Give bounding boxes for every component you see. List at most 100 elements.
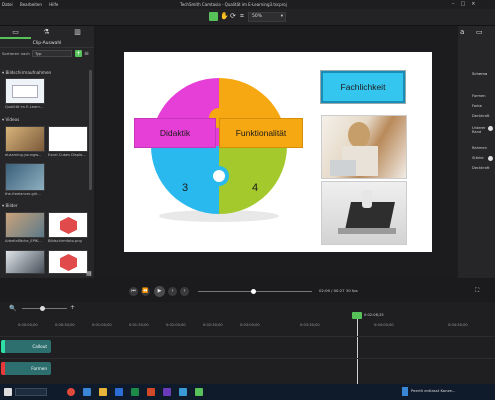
previous-icon[interactable]: ‹ xyxy=(168,287,177,296)
video-thumbnail-2[interactable] xyxy=(48,126,88,152)
window-controls: –□× xyxy=(452,0,481,9)
video-caption-3: the-freelancer-girl... xyxy=(5,192,41,196)
menu-item-help[interactable]: Hilfe xyxy=(49,2,58,7)
toolbar: ✋ ⟳ ⌗ 50% ▾ xyxy=(0,9,495,26)
tick-label: 0:04:00;00 xyxy=(374,323,394,327)
close-icon[interactable]: × xyxy=(471,1,481,7)
chevron-down-icon: ▾ xyxy=(280,14,283,19)
puzzle-piece-green xyxy=(219,146,287,214)
slider-knob[interactable] xyxy=(488,126,493,131)
chrome-icon[interactable] xyxy=(67,388,75,396)
tick-label: 0:00:30;00 xyxy=(55,323,75,327)
prop-label-rahmen: Rahmen xyxy=(472,146,487,150)
maximize-icon[interactable]: □ xyxy=(461,1,472,7)
image-thumbnail-1[interactable] xyxy=(5,212,45,238)
callout-fachlichkeit[interactable]: Fachlichkeit xyxy=(320,70,406,104)
tick-label: 0:01:00;00 xyxy=(92,323,112,327)
playhead-handle[interactable] xyxy=(352,312,362,319)
image-thumbnail-4[interactable] xyxy=(48,250,88,274)
zoom-dropdown[interactable]: 50% ▾ xyxy=(248,12,286,22)
time-display: 02:09 / 00:27 xyxy=(319,288,345,293)
step-back-icon[interactable]: ⏮ xyxy=(129,287,138,296)
image-thumbnail-3[interactable] xyxy=(5,250,45,274)
puzzle-piece-cyan xyxy=(151,146,219,214)
video-caption-1: eLearning-youngw... xyxy=(5,153,42,157)
news-icon[interactable] xyxy=(402,387,408,396)
minimize-icon[interactable]: – xyxy=(452,1,461,7)
video-thumbnail-3[interactable] xyxy=(5,163,45,191)
explorer-icon[interactable] xyxy=(99,388,107,396)
panel-title: Clip-Auswahl xyxy=(0,40,94,48)
photo-man-laptop[interactable] xyxy=(321,181,407,245)
image-caption-1: Arbeitsfläche_EPIK... xyxy=(5,239,42,243)
fullscreen-icon[interactable]: ⛶ xyxy=(475,287,479,295)
powerpoint-icon[interactable] xyxy=(147,388,155,396)
puzzle-label-left[interactable]: Didaktik xyxy=(134,118,216,148)
timeline-track-2[interactable]: Formen xyxy=(0,358,495,376)
window-title: TechSmith Camtasia - Qualität im E-Learn… xyxy=(180,2,287,7)
rewind-icon[interactable]: ⏪ xyxy=(141,287,150,296)
puzzle-number-3: 3 xyxy=(182,182,189,194)
image-caption-2: Bildschirmfoto.png xyxy=(48,239,82,243)
grid-view-icon[interactable]: ▦ xyxy=(86,270,93,277)
zoom-value: 50% xyxy=(252,14,263,19)
windows-taskbar: Peerlit entlasst Konze... xyxy=(0,384,495,400)
panel-scrollbar[interactable] xyxy=(89,70,92,190)
select-tool-icon[interactable] xyxy=(209,12,218,21)
prop-label-deckkraft: Deckkraft xyxy=(472,114,490,118)
taskbar-notification[interactable]: Peerlit entlasst Konze... xyxy=(411,388,455,393)
start-icon[interactable] xyxy=(4,388,12,396)
prop-label-staerke: Stärke xyxy=(472,156,484,160)
puzzle-graphic[interactable] xyxy=(134,76,304,228)
section-images[interactable]: ▾ Bilder xyxy=(2,203,18,208)
media-tab-icon[interactable]: ▭ xyxy=(0,26,31,39)
section-recordings[interactable]: ▾ Bildschirmaufnahmen xyxy=(2,70,51,75)
slider-knob[interactable] xyxy=(488,156,493,161)
crop-tool-icon[interactable]: ⌗ xyxy=(240,12,244,21)
camtasia-icon[interactable] xyxy=(195,388,203,396)
puzzle-label-right[interactable]: Funktionalität xyxy=(219,118,303,148)
sort-value: Typ xyxy=(35,51,42,56)
edge-icon[interactable] xyxy=(83,388,91,396)
next-icon[interactable]: › xyxy=(180,287,189,296)
video-thumbnail-1[interactable] xyxy=(5,126,45,152)
photo-woman-laptop[interactable] xyxy=(321,115,407,179)
teams-icon[interactable] xyxy=(163,388,171,396)
zoom-out-icon[interactable]: 🔍 xyxy=(9,305,16,312)
properties-tabs: Schema xyxy=(458,70,495,78)
visual-properties-icon[interactable]: ▭ xyxy=(476,28,483,36)
menu-item-file[interactable]: Datei xyxy=(2,2,13,7)
library-tab-icon[interactable]: ⚗ xyxy=(31,26,62,39)
image-thumbnail-2[interactable] xyxy=(48,212,88,238)
pan-tool-icon[interactable]: ✋ xyxy=(220,12,229,21)
text-properties-icon[interactable]: a xyxy=(460,28,464,36)
recording-thumbnail[interactable] xyxy=(5,78,45,104)
filter-icon[interactable]: ≡ xyxy=(84,50,91,57)
camtasia-window: Datei Bearbeiten Hilfe TechSmith Camtasi… xyxy=(0,0,495,400)
sort-dropdown[interactable]: Typ xyxy=(32,50,72,57)
tick-label: 0:02:00;00 xyxy=(166,323,186,327)
timeline-track-1[interactable]: Callout xyxy=(0,336,495,354)
timeline-zoom-knob[interactable] xyxy=(40,306,45,311)
word-icon[interactable] xyxy=(115,388,123,396)
rotate-tool-icon[interactable]: ⟳ xyxy=(230,12,236,21)
prop-label-formen: Formen xyxy=(472,94,486,98)
clip-formen[interactable]: Formen xyxy=(1,362,51,375)
add-media-button[interactable]: + xyxy=(75,50,82,57)
timeline: 🔍 + 0:00:00;00 0:00:30;00 0:01:00;00 0:0… xyxy=(0,302,495,384)
clip-callout[interactable]: Callout xyxy=(1,340,51,353)
menu-item-edit[interactable]: Bearbeiten xyxy=(20,2,42,7)
slide-canvas[interactable]: Didaktik Funktionalität 3 4 Fachlichkeit xyxy=(124,52,432,252)
tab-schema[interactable]: Schema xyxy=(472,70,487,78)
search-input[interactable] xyxy=(15,388,47,396)
annotations-tab-icon[interactable]: ▥ xyxy=(62,26,93,39)
menu-bar: Datei Bearbeiten Hilfe xyxy=(2,0,64,9)
excel-icon[interactable] xyxy=(131,388,139,396)
section-videos[interactable]: ▾ Videos xyxy=(2,117,19,122)
title-bar: Datei Bearbeiten Hilfe TechSmith Camtasi… xyxy=(0,0,495,9)
scrub-knob[interactable] xyxy=(250,289,256,294)
zoom-in-icon[interactable]: + xyxy=(70,304,75,311)
puzzle-number-4: 4 xyxy=(252,182,259,194)
outlook-icon[interactable] xyxy=(179,388,187,396)
play-icon[interactable]: ▶ xyxy=(154,286,165,297)
